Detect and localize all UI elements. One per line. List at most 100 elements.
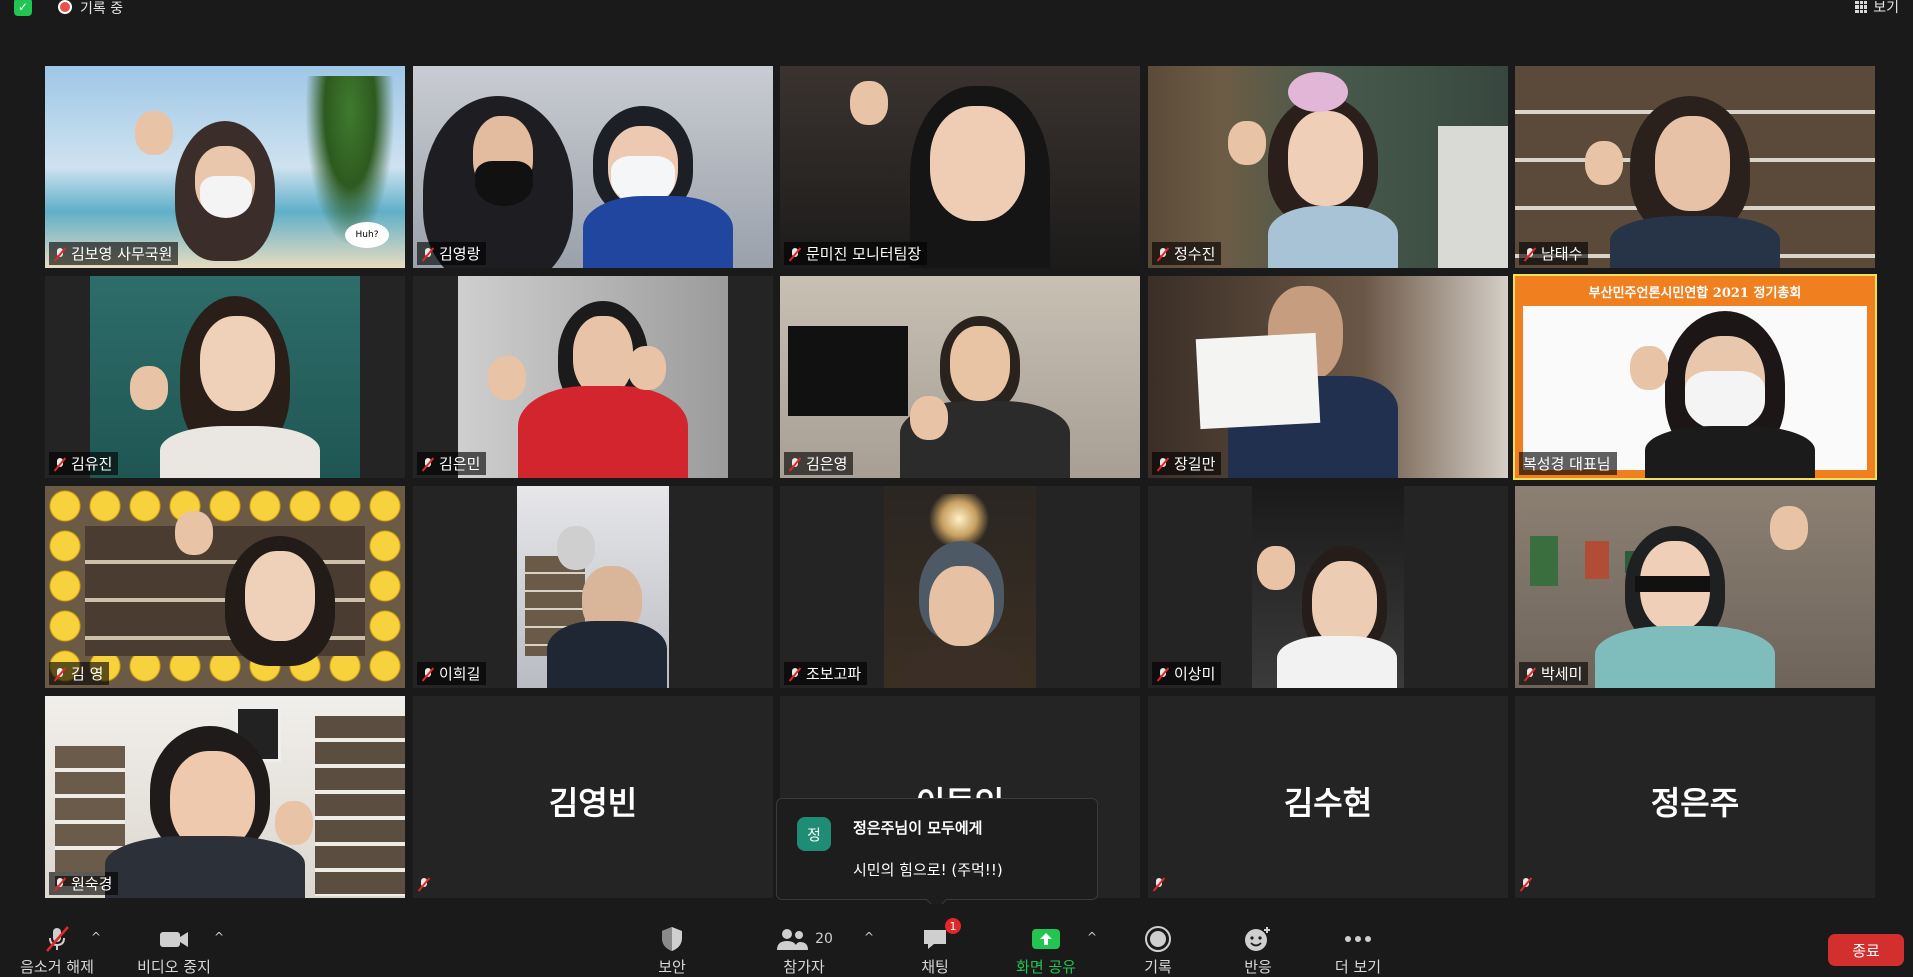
muted-mic-icon — [1156, 457, 1170, 471]
participant-nametag: 조보고파 — [784, 662, 868, 685]
participant-nametag: 문미진 모니터팀장 — [784, 242, 928, 265]
video-tile[interactable]: 박세미 — [1515, 486, 1875, 688]
participant-nametag: 정수진 — [1152, 242, 1222, 265]
muted-mic-icon — [421, 457, 435, 471]
video-tile-active-speaker[interactable]: 부산민주언론시민연합 2021 정기총회 복성경 대표님 — [1513, 274, 1877, 480]
view-button[interactable]: 보기 — [1855, 0, 1899, 17]
share-screen-label: 화면 공유 — [1016, 958, 1076, 976]
video-tile[interactable]: 조보고파 — [780, 486, 1140, 688]
video-feed — [1515, 66, 1875, 268]
video-tile[interactable]: 남태수 — [1515, 66, 1875, 268]
security-button[interactable]: 보안 — [617, 924, 727, 977]
more-button[interactable]: 더 보기 — [1303, 924, 1413, 977]
participants-icon — [777, 929, 809, 950]
audio-options-caret[interactable]: ^ — [91, 930, 101, 944]
muted-mic-icon — [788, 667, 802, 681]
video-feed — [780, 276, 1140, 478]
participant-name: 김유진 — [71, 455, 113, 473]
muted-mic-icon — [53, 457, 67, 471]
video-tile[interactable]: 정수진 — [1148, 66, 1508, 268]
recording-icon — [58, 0, 72, 14]
video-tile[interactable]: Huh? 김보영 사무국원 — [45, 66, 405, 268]
meeting-toolbar: 음소거 해제 ^ 비디오 중지 ^ 보안 20 참가자 ^ 1 채팅 화면 공유… — [0, 904, 1913, 976]
participants-label: 참가자 — [783, 958, 825, 976]
muted-mic-icon — [53, 667, 67, 681]
end-meeting-button[interactable]: 종료 — [1828, 934, 1904, 966]
video-tile[interactable]: 김유진 — [45, 276, 405, 478]
chat-notification[interactable]: 정 정은주님이 모두에게 시민의 힘으로! (주먹!!) — [776, 798, 1098, 911]
participant-name: 복성경 대표님 — [1523, 455, 1611, 473]
video-options-caret[interactable]: ^ — [214, 930, 224, 944]
participants-count: 20 — [815, 931, 833, 947]
video-feed — [884, 486, 1036, 688]
participants-button[interactable]: 20 참가자 — [749, 924, 859, 977]
share-screen-icon — [1032, 929, 1060, 949]
participant-name: 정수진 — [1174, 245, 1216, 263]
more-dots-icon — [1345, 936, 1371, 942]
video-tile[interactable]: 원숙경 — [45, 696, 405, 898]
muted-mic-icon — [1152, 877, 1166, 891]
record-label: 기록 — [1144, 958, 1172, 976]
unmute-label: 음소거 해제 — [20, 958, 94, 976]
view-label: 보기 — [1873, 0, 1899, 16]
video-feed — [1252, 486, 1404, 688]
recording-status[interactable]: 기록 중 — [80, 0, 123, 18]
event-banner: 부산민주언론시민연합 2021 정기총회 — [1588, 286, 1802, 301]
muted-mic-icon — [421, 247, 435, 261]
participants-options-caret[interactable]: ^ — [864, 930, 874, 944]
video-feed — [517, 486, 669, 688]
participant-name: 남태수 — [1541, 245, 1583, 263]
participant-nametag: 이희길 — [417, 662, 487, 685]
video-feed — [780, 66, 1140, 268]
participant-name: 정은주 — [1650, 784, 1740, 822]
share-options-caret[interactable]: ^ — [1087, 930, 1097, 944]
muted-mic-icon — [1156, 247, 1170, 261]
video-tile[interactable]: 김영랑 — [413, 66, 773, 268]
more-label: 더 보기 — [1334, 958, 1382, 976]
video-tile[interactable]: 문미진 모니터팀장 — [780, 66, 1140, 268]
muted-mic-icon — [788, 457, 802, 471]
security-label: 보안 — [658, 958, 686, 976]
stop-video-label: 비디오 중지 — [137, 958, 211, 976]
participant-name: 김은민 — [439, 455, 481, 473]
video-tile[interactable]: 김 영 — [45, 486, 405, 688]
chat-unread-badge: 1 — [945, 918, 961, 934]
video-tile[interactable]: 김은영 — [780, 276, 1140, 478]
share-screen-button[interactable]: 화면 공유 — [991, 924, 1101, 977]
shield-icon — [662, 927, 682, 951]
participant-name: 김영빈 — [548, 784, 638, 822]
participant-nametag: 남태수 — [1519, 242, 1589, 265]
video-feed — [458, 276, 728, 478]
record-icon — [1145, 926, 1171, 952]
participant-nametag: 박세미 — [1519, 662, 1589, 685]
video-tile-no-video[interactable]: 김영빈 — [413, 696, 773, 898]
video-feed: Huh? — [45, 66, 405, 268]
chat-button[interactable]: 1 채팅 — [880, 918, 990, 977]
chat-message: 시민의 힘으로! (주먹!!) — [853, 861, 1003, 879]
participant-nametag: 김 영 — [49, 662, 110, 685]
video-tile-no-video[interactable]: 정은주 — [1515, 696, 1875, 898]
participant-nametag: 김은민 — [417, 452, 487, 475]
video-tile-no-video[interactable]: 김수현 — [1148, 696, 1508, 898]
video-tile[interactable]: 이상미 — [1148, 486, 1508, 688]
video-feed — [45, 486, 405, 688]
muted-mic-icon — [1156, 667, 1170, 681]
stop-video-button[interactable]: 비디오 중지 — [119, 924, 229, 977]
record-button[interactable]: 기록 — [1103, 924, 1213, 977]
reactions-button[interactable]: 반응 — [1203, 924, 1313, 977]
participant-nametag: 장길만 — [1152, 452, 1222, 475]
video-feed — [45, 696, 405, 898]
reactions-label: 반응 — [1244, 958, 1272, 976]
sender-avatar: 정 — [797, 817, 831, 851]
security-shield-icon[interactable]: ✓ — [14, 0, 32, 16]
participant-name: 김 영 — [71, 665, 104, 683]
muted-mic-icon — [417, 877, 431, 891]
reactions-emoji-icon — [1245, 927, 1270, 951]
participant-nametag: 김보영 사무국원 — [49, 242, 179, 265]
video-tile[interactable]: 이희길 — [413, 486, 773, 688]
video-tile[interactable]: 김은민 — [413, 276, 773, 478]
participant-name: 조보고파 — [806, 665, 862, 683]
muted-microphone-icon — [46, 926, 69, 952]
video-tile[interactable]: 장길만 — [1148, 276, 1508, 478]
muted-mic-icon — [788, 247, 802, 261]
